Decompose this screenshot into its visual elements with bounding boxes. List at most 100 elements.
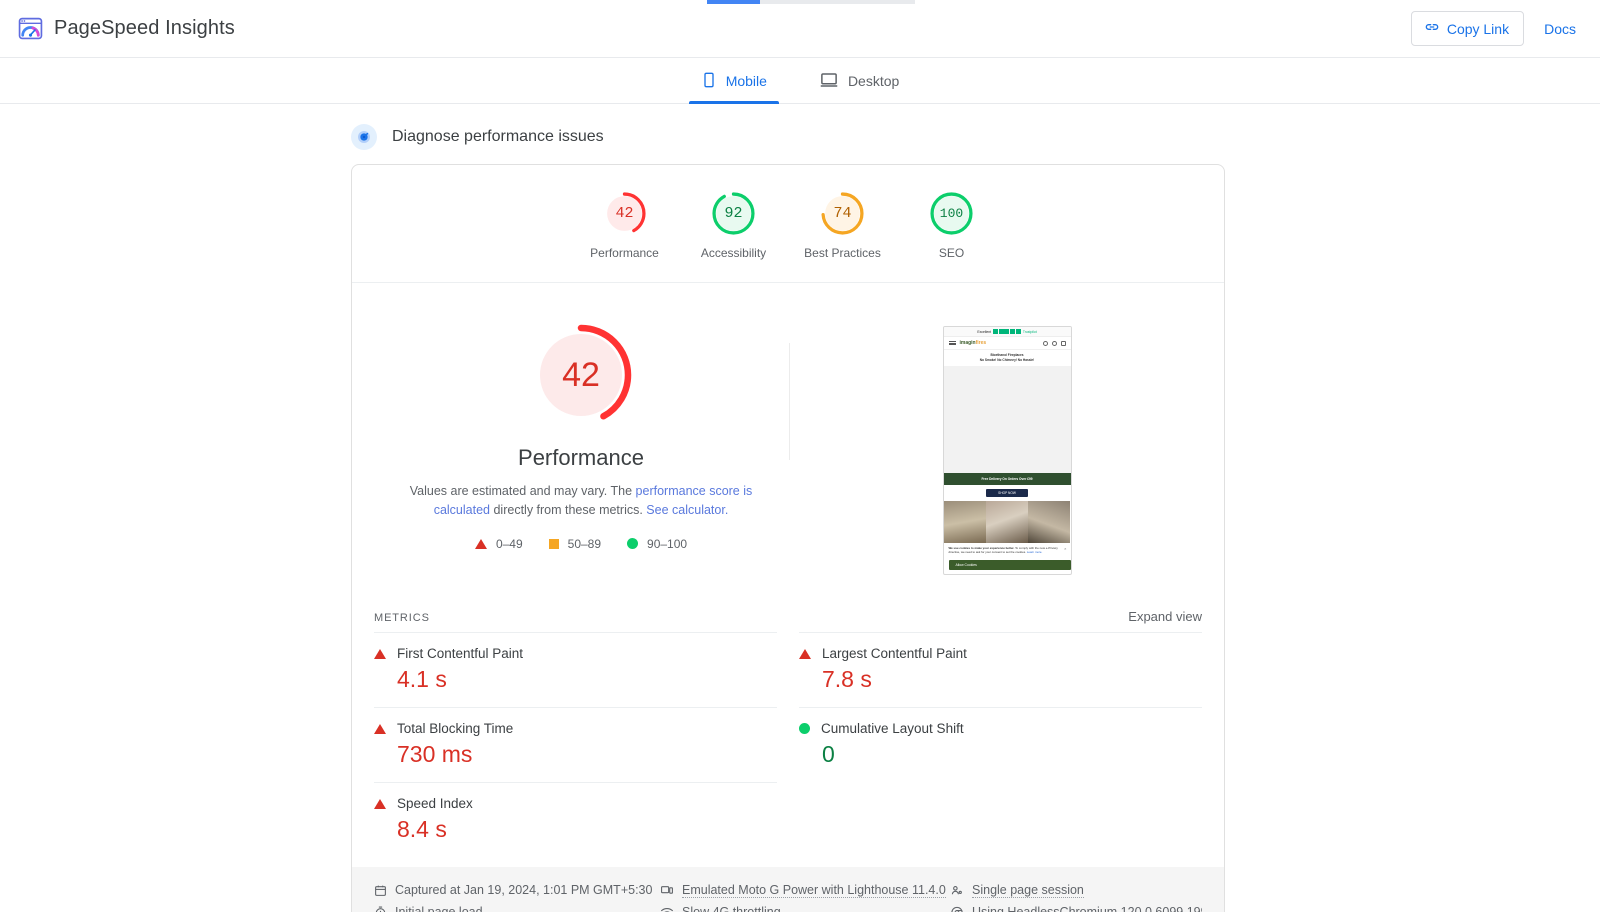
meta-column-session: Single page session Using HeadlessChromi… [950, 879, 1202, 912]
gauge-accessibility: 92 [711, 191, 756, 236]
thumbnail-headline: Bioethanol Fireplaces No Smoke! No Chimn… [944, 350, 1071, 366]
metric-name: Cumulative Layout Shift [821, 721, 964, 736]
shop-now-button: SHOP NOW [986, 488, 1028, 497]
metrics-column-left: First Contentful Paint 4.1 s Total Block… [374, 632, 777, 857]
triangle-fail-icon [374, 648, 386, 659]
trustpilot-brand: Trustpilot [1022, 329, 1037, 334]
product-image-2 [985, 500, 1029, 543]
meta-captured-at: Captured at Jan 19, 2024, 1:01 PM GMT+5:… [374, 879, 660, 901]
gauge-seo: 100 [929, 191, 974, 236]
triangle-fail-icon [799, 648, 811, 659]
gauge-best-practices-value: 74 [833, 205, 852, 222]
legend-item-pass: 90–100 [627, 537, 687, 551]
browser-text: Using HeadlessChromium 120.0.6099.199 wi… [972, 905, 1202, 912]
link-icon [1424, 19, 1440, 38]
chrome-icon [950, 906, 964, 912]
metrics-header: METRICS Expand view [352, 599, 1224, 632]
site-logo: imaginfires [959, 340, 987, 346]
metrics-column-right: Largest Contentful Paint 7.8 s Cumulativ… [799, 632, 1202, 857]
close-icon: × [1064, 545, 1067, 551]
metric-first-contentful-paint[interactable]: First Contentful Paint 4.1 s [374, 632, 777, 707]
mobile-phone-icon [701, 71, 717, 92]
meta-emulated-device[interactable]: Emulated Moto G Power with Lighthouse 11… [660, 879, 950, 901]
product-image-1 [943, 500, 986, 543]
trustpilot-rating-label: Excellent [977, 329, 992, 334]
metric-speed-index[interactable]: Speed Index 8.4 s [374, 782, 777, 857]
throttling-text: Slow 4G throttling [682, 905, 781, 912]
metric-total-blocking-time[interactable]: Total Blocking Time 730 ms [374, 707, 777, 782]
category-score-best-practices[interactable]: 74 Best Practices [788, 191, 897, 260]
meta-column-capture: Captured at Jan 19, 2024, 1:01 PM GMT+5:… [374, 879, 660, 912]
metric-cumulative-layout-shift[interactable]: Cumulative Layout Shift 0 [799, 707, 1202, 782]
tab-mobile[interactable]: Mobile [688, 58, 780, 104]
metric-name: Largest Contentful Paint [822, 646, 967, 661]
diagnose-title: Diagnose performance issues [392, 128, 604, 145]
square-average-icon [548, 538, 559, 549]
stopwatch-icon [374, 906, 387, 912]
gauge-performance: 42 [602, 191, 647, 236]
session-text: Single page session [972, 882, 1084, 898]
captured-at-text: Captured at Jan 19, 2024, 1:01 PM GMT+5:… [395, 883, 653, 897]
cookie-learn-more-link: Learn more. [1026, 549, 1043, 554]
main-performance-gauge: 42 [527, 321, 635, 429]
main-score-value: 42 [562, 355, 600, 394]
meta-session[interactable]: Single page session [950, 879, 1202, 901]
gauge-seo-label: SEO [938, 246, 965, 260]
meta-throttling[interactable]: Slow 4G throttling [660, 901, 950, 912]
legend-label-pass: 90–100 [647, 536, 688, 551]
delivery-banner: Free Delivery On Orders Over £99 [943, 472, 1071, 485]
metric-value: 8.4 s [397, 816, 447, 842]
copy-link-button[interactable]: Copy Link [1410, 11, 1525, 46]
copy-link-label: Copy Link [1446, 20, 1510, 37]
tab-desktop-label: Desktop [847, 73, 900, 89]
brand[interactable]: PageSpeed Insights [18, 16, 235, 41]
app-header: PageSpeed Insights Copy Link Docs [0, 0, 1600, 58]
desktop-monitor-icon [819, 71, 839, 92]
legend-label-fail: 0–49 [495, 536, 523, 551]
meta-page-load: Initial page load [374, 901, 660, 912]
score-legend: 0–49 50–89 90–100 [373, 537, 789, 551]
gauge-accessibility-value: 92 [724, 205, 743, 222]
pagespeed-logo-icon [18, 16, 43, 41]
gauge-best-practices-label: Best Practices [804, 246, 881, 260]
page-body: Diagnose performance issues 42 Performan… [0, 104, 1600, 912]
score-description: Values are estimated and may vary. The p… [373, 482, 789, 520]
diagnose-header: Diagnose performance issues [0, 104, 1600, 164]
trustpilot-bar: Excellent Trustpilot [943, 327, 1071, 337]
see-calculator-link[interactable]: See calculator. [646, 503, 728, 517]
screenshot-panel: Excellent Trustpilot imaginfires Bioetha… [790, 321, 1224, 575]
main-score-block: 42 Performance Values are estimated and … [352, 321, 789, 575]
expand-view-button[interactable]: Expand view [1128, 609, 1202, 624]
metric-value: 730 ms [397, 741, 473, 767]
account-icon [1051, 340, 1057, 346]
thumbnail-hero-placeholder [943, 365, 1071, 473]
device-icon [660, 884, 674, 897]
triangle-fail-icon [374, 798, 386, 809]
main-score-title: Performance [518, 445, 644, 470]
header-actions: Copy Link Docs [1410, 11, 1580, 46]
score-desc-part2: directly from these metrics. [490, 502, 647, 517]
category-score-performance[interactable]: 42 Performance [570, 191, 679, 260]
metric-name: First Contentful Paint [397, 646, 524, 661]
gauge-performance-value: 42 [615, 205, 634, 222]
metric-largest-contentful-paint[interactable]: Largest Contentful Paint 7.8 s [799, 632, 1202, 707]
tab-mobile-label: Mobile [725, 73, 767, 89]
tab-desktop[interactable]: Desktop [807, 58, 911, 104]
gauge-seo-value: 100 [939, 206, 964, 221]
gauge-performance-label: Performance [590, 246, 659, 260]
triangle-fail-icon [374, 723, 386, 734]
category-score-seo[interactable]: 100 SEO [897, 191, 1006, 260]
meta-column-device: Emulated Moto G Power with Lighthouse 11… [660, 879, 950, 912]
wifi-icon [660, 906, 674, 912]
metric-value: 7.8 s [822, 666, 872, 692]
score-desc-part1: Values are estimated and may vary. The [409, 484, 636, 498]
page-load-text: Initial page load [395, 905, 483, 912]
report-metadata: Captured at Jan 19, 2024, 1:01 PM GMT+5:… [352, 867, 1224, 912]
category-score-accessibility[interactable]: 92 Accessibility [679, 191, 788, 260]
docs-link[interactable]: Docs [1544, 21, 1580, 37]
hamburger-menu-icon [948, 340, 956, 346]
legend-label-average: 50–89 [567, 536, 602, 551]
users-icon [950, 884, 964, 897]
emulated-device-text: Emulated Moto G Power with Lighthouse 11… [682, 882, 946, 898]
meta-browser[interactable]: Using HeadlessChromium 120.0.6099.199 wi… [950, 901, 1202, 912]
